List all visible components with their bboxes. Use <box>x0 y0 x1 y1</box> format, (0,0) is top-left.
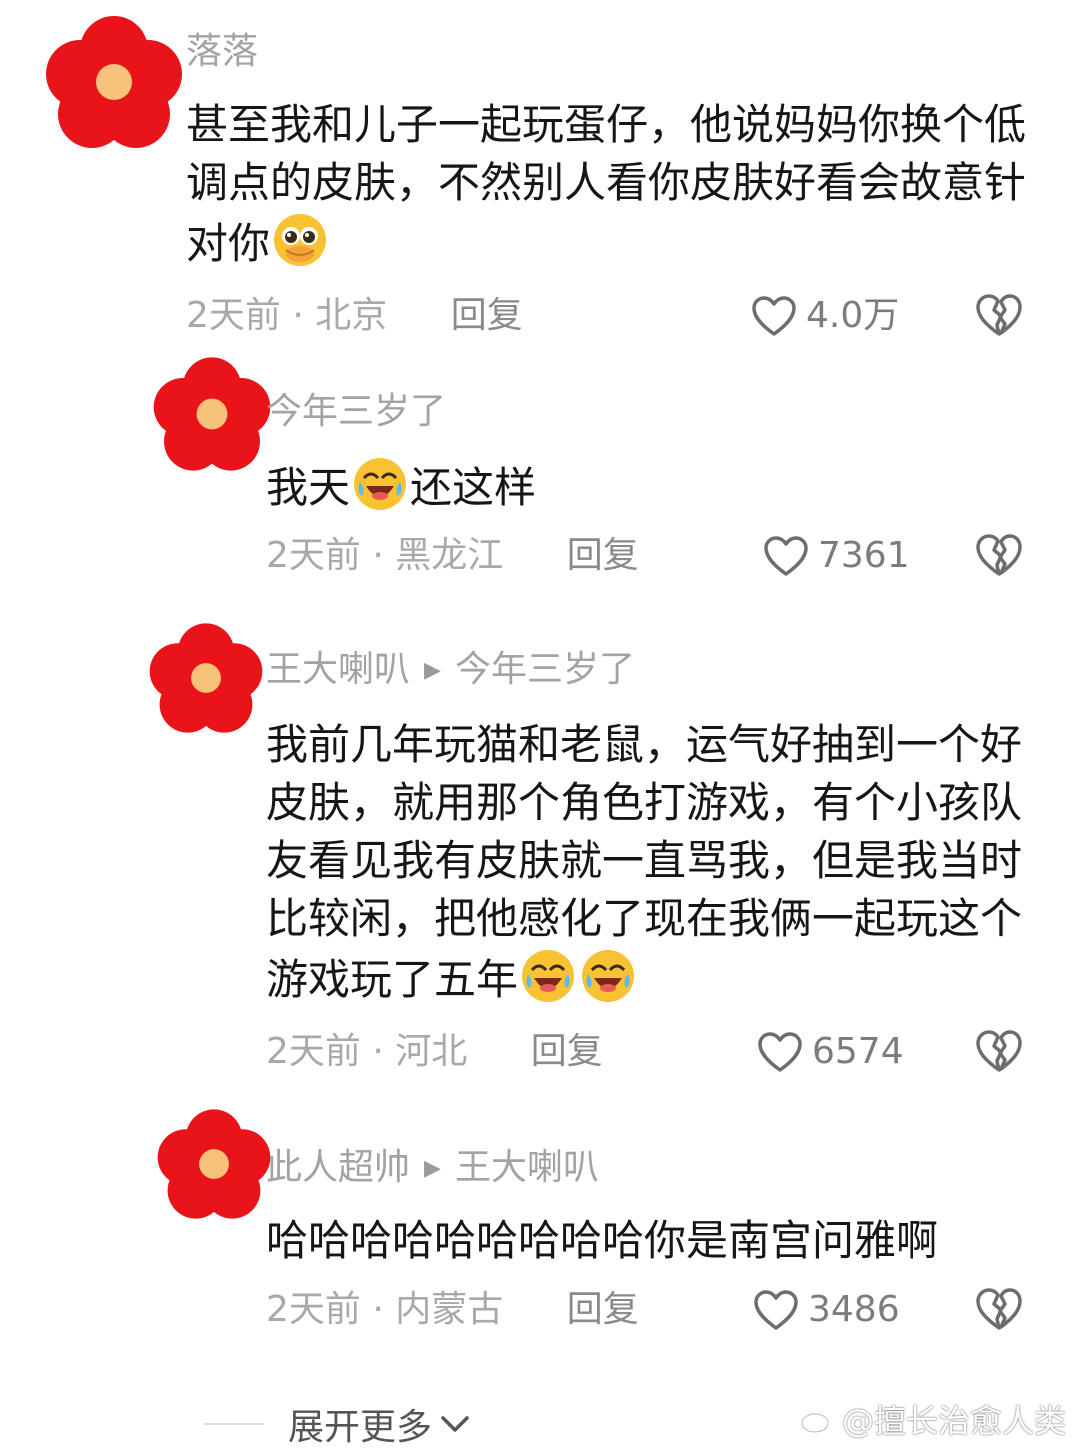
heart-icon <box>758 1032 802 1072</box>
heart-icon <box>764 536 808 576</box>
separator: · <box>372 1289 384 1330</box>
comment-meta: 2天前 · 黑龙江 回复 <box>266 538 639 574</box>
avatar[interactable] <box>148 620 264 736</box>
chevron-down-icon <box>441 1416 469 1432</box>
comment-location: 黑龙江 <box>395 535 504 576</box>
like-button[interactable]: 6574 <box>756 1030 904 1074</box>
separator: · <box>372 535 384 576</box>
comment-text: 我天 还这样 <box>266 456 1046 517</box>
broken-heart-icon <box>976 1030 1022 1072</box>
dislike-button[interactable] <box>974 1286 1024 1336</box>
comment-meta: 2天前 · 北京 回复 <box>186 298 523 334</box>
reply-to-name[interactable]: 王大喇叭 <box>455 1147 599 1188</box>
heart-icon <box>754 1290 798 1330</box>
heart-icon <box>752 296 796 336</box>
weibo-logo-icon <box>800 1408 834 1434</box>
broken-heart-icon <box>976 534 1022 576</box>
broken-heart-icon <box>976 1288 1022 1330</box>
like-count: 4.0万 <box>806 295 900 336</box>
separator: · <box>372 1031 384 1072</box>
comment-text: 我前几年玩猫和老鼠，运气好抽到一个好皮肤，就用那个角色打游戏，有个小孩队友看见我… <box>266 716 1046 1009</box>
broken-heart-icon <box>976 294 1022 336</box>
comment-author: 王大喇叭 ▶ 今年三岁了 <box>266 652 635 688</box>
like-button[interactable]: 4.0万 <box>750 294 899 338</box>
comment-author[interactable]: 落落 <box>186 34 258 70</box>
comment-author[interactable]: 今年三岁了 <box>266 394 446 430</box>
author-name[interactable]: 王大喇叭 <box>266 649 410 690</box>
like-button[interactable]: 3486 <box>752 1288 900 1332</box>
comment-text-part: 还这样 <box>410 463 537 512</box>
dislike-button[interactable] <box>974 1028 1024 1078</box>
pleading-face-emoji <box>274 214 327 266</box>
reply-button[interactable]: 回复 <box>531 1031 603 1072</box>
expand-more-label: 展开更多 <box>288 1407 433 1448</box>
reply-button[interactable]: 回复 <box>567 535 639 576</box>
laugh-cry-emoji <box>354 458 407 510</box>
laugh-cry-emoji <box>582 950 635 1002</box>
comment-text-part: 我天 <box>266 463 351 512</box>
comment-time: 2天前 <box>266 1031 361 1072</box>
like-count: 7361 <box>818 535 910 576</box>
dislike-button[interactable] <box>974 532 1024 582</box>
like-count: 3486 <box>808 1289 900 1330</box>
comment-location: 北京 <box>315 295 388 336</box>
divider <box>204 1423 264 1425</box>
watermark-text: @擅长治愈人类 <box>841 1402 1066 1440</box>
comment-text: 哈哈哈哈哈哈哈哈哈你是南宫问雅啊 <box>266 1212 1046 1270</box>
reply-button[interactable]: 回复 <box>451 295 523 336</box>
like-button[interactable]: 7361 <box>762 534 910 578</box>
avatar[interactable] <box>152 354 272 474</box>
comment-text: 甚至我和儿子一起玩蛋仔，他说妈妈你换个低调点的皮肤，不然别人看你皮肤好看会故意针… <box>186 96 1046 273</box>
reply-arrow-icon: ▶ <box>424 658 441 683</box>
author-name[interactable]: 此人超帅 <box>266 1147 410 1188</box>
comment-text-part: 哈哈哈哈哈哈哈哈哈你是南宫问雅啊 <box>266 1216 939 1265</box>
like-count: 6574 <box>812 1031 904 1072</box>
comment-time: 2天前 <box>186 295 281 336</box>
comment-meta: 2天前 · 内蒙古 回复 <box>266 1292 639 1328</box>
reply-to-name[interactable]: 今年三岁了 <box>455 649 635 690</box>
dislike-button[interactable] <box>974 292 1024 342</box>
comment-time: 2天前 <box>266 535 361 576</box>
comment-location: 内蒙古 <box>395 1289 504 1330</box>
reply-arrow-icon: ▶ <box>424 1156 441 1181</box>
separator: · <box>292 295 304 336</box>
comment-location: 河北 <box>395 1031 468 1072</box>
comment-author: 此人超帅 ▶ 王大喇叭 <box>266 1150 599 1186</box>
avatar[interactable] <box>156 1106 272 1222</box>
comment-time: 2天前 <box>266 1289 361 1330</box>
avatar[interactable] <box>44 12 184 152</box>
watermark: @擅长治愈人类 <box>800 1396 1066 1442</box>
expand-more-button[interactable]: 展开更多 <box>204 1398 472 1450</box>
comment-meta: 2天前 · 河北 回复 <box>266 1034 603 1070</box>
laugh-cry-emoji <box>522 950 575 1002</box>
comment-text-part: 我前几年玩猫和老鼠，运气好抽到一个好皮肤，就用那个角色打游戏，有个小孩队友看见我… <box>266 720 1023 1004</box>
reply-button[interactable]: 回复 <box>567 1289 639 1330</box>
